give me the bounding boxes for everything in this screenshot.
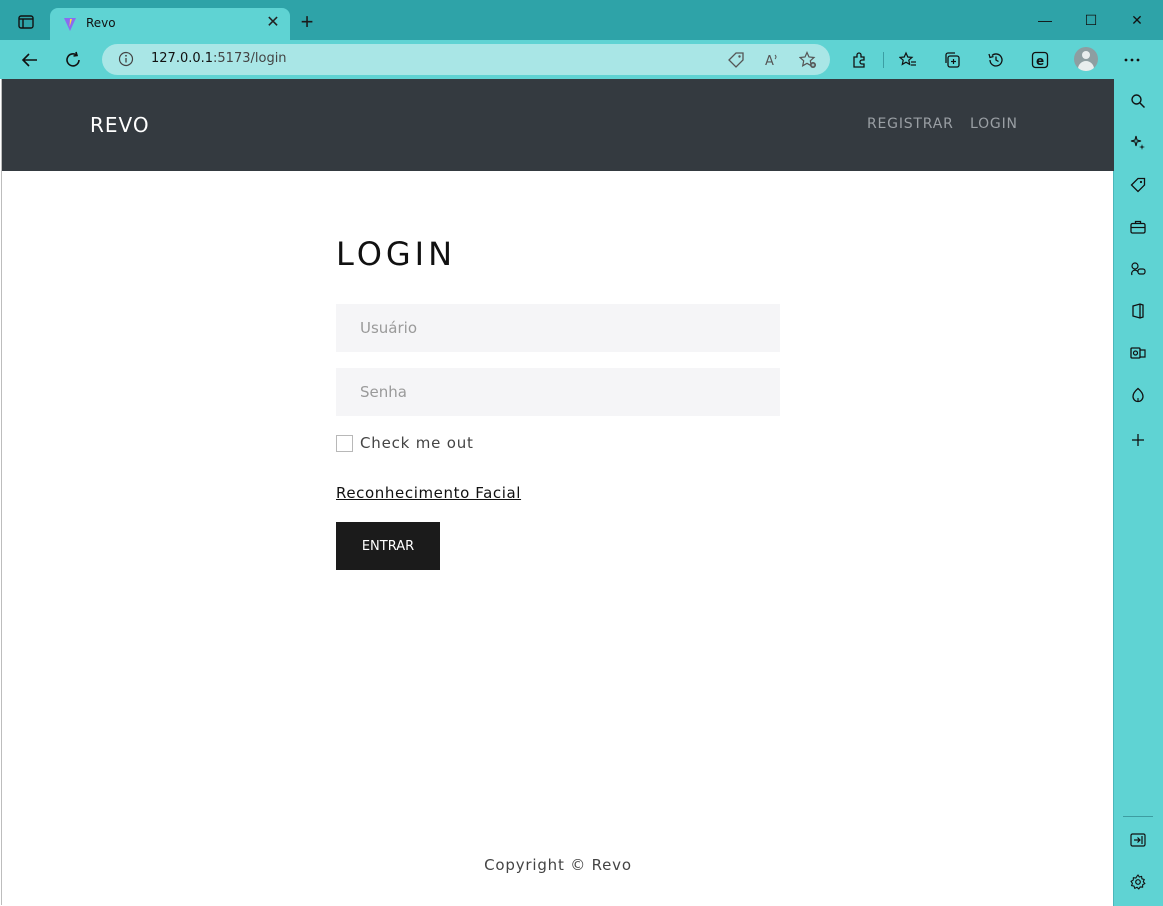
shopping-icon[interactable] xyxy=(1127,174,1149,196)
svg-text:e: e xyxy=(1036,54,1044,68)
window-close-icon[interactable]: ✕ xyxy=(1122,10,1152,30)
tab-close-icon[interactable]: ✕ xyxy=(264,14,282,32)
address-host: 127.0.0.1 xyxy=(151,51,214,66)
search-icon[interactable] xyxy=(1127,90,1149,112)
site-brand[interactable]: REVO xyxy=(90,113,150,137)
settings-gear-icon[interactable] xyxy=(1127,871,1149,893)
nav-link-registrar[interactable]: REGISTRAR xyxy=(867,116,954,132)
address-url[interactable]: 127.0.0.1:5173/login xyxy=(151,51,287,66)
read-aloud-icon[interactable]: A xyxy=(762,50,782,70)
address-bar[interactable]: 127.0.0.1:5173/login A xyxy=(102,44,830,75)
submit-button[interactable]: ENTRAR xyxy=(336,522,440,570)
profile-avatar[interactable] xyxy=(1074,47,1098,71)
check-me-out-checkbox[interactable] xyxy=(336,435,353,452)
footer-copyright: Copyright © Revo xyxy=(484,856,632,874)
browser-tab[interactable]: Revo ✕ xyxy=(50,8,290,40)
add-favorite-icon[interactable] xyxy=(798,50,818,70)
more-options-icon[interactable] xyxy=(1121,49,1143,71)
minimize-icon[interactable]: — xyxy=(1030,10,1060,30)
facial-recognition-link[interactable]: Reconhecimento Facial xyxy=(336,484,521,502)
password-input[interactable] xyxy=(336,368,780,416)
new-tab-icon[interactable]: + xyxy=(296,11,318,34)
sidebar-divider xyxy=(1123,816,1153,817)
nav-link-login[interactable]: LOGIN xyxy=(970,116,1018,132)
back-icon[interactable] xyxy=(17,47,43,73)
tab-actions-icon[interactable] xyxy=(12,10,40,34)
site-info-icon[interactable] xyxy=(118,51,134,67)
username-input[interactable] xyxy=(336,304,780,352)
browser-sidebar xyxy=(1113,79,1163,906)
add-sidebar-app-icon[interactable] xyxy=(1127,429,1149,451)
extensions-icon[interactable] xyxy=(848,49,870,71)
tools-icon[interactable] xyxy=(1127,216,1149,238)
favorites-icon[interactable] xyxy=(897,49,919,71)
shopping-tag-icon[interactable] xyxy=(726,50,746,70)
tab-title: Revo xyxy=(86,16,116,30)
page-title: LOGIN xyxy=(336,235,457,273)
browser-tab-bar: Revo ✕ + — ☐ ✕ xyxy=(0,0,1163,40)
internet-explorer-mode-icon[interactable]: e xyxy=(1029,49,1051,71)
history-icon[interactable] xyxy=(985,49,1007,71)
web-page: REVO REGISTRAR LOGIN LOGIN Check me out … xyxy=(1,79,1114,905)
toolbar-divider xyxy=(883,52,884,68)
copilot-sparkle-icon[interactable] xyxy=(1127,132,1149,154)
vite-favicon-icon xyxy=(62,16,78,32)
games-icon[interactable] xyxy=(1127,258,1149,280)
address-path: :5173/login xyxy=(213,51,287,66)
refresh-icon[interactable] xyxy=(60,47,86,73)
office-icon[interactable] xyxy=(1127,300,1149,322)
collections-icon[interactable] xyxy=(941,49,963,71)
site-navbar: REVO REGISTRAR LOGIN xyxy=(2,79,1114,171)
browser-toolbar: 127.0.0.1:5173/login A e xyxy=(0,40,1163,79)
hide-sidebar-icon[interactable] xyxy=(1127,829,1149,851)
svg-text:A: A xyxy=(765,54,774,69)
drop-icon[interactable] xyxy=(1127,384,1149,406)
outlook-icon[interactable] xyxy=(1127,342,1149,364)
check-me-out-label[interactable]: Check me out xyxy=(360,434,474,452)
maximize-icon[interactable]: ☐ xyxy=(1076,10,1106,30)
